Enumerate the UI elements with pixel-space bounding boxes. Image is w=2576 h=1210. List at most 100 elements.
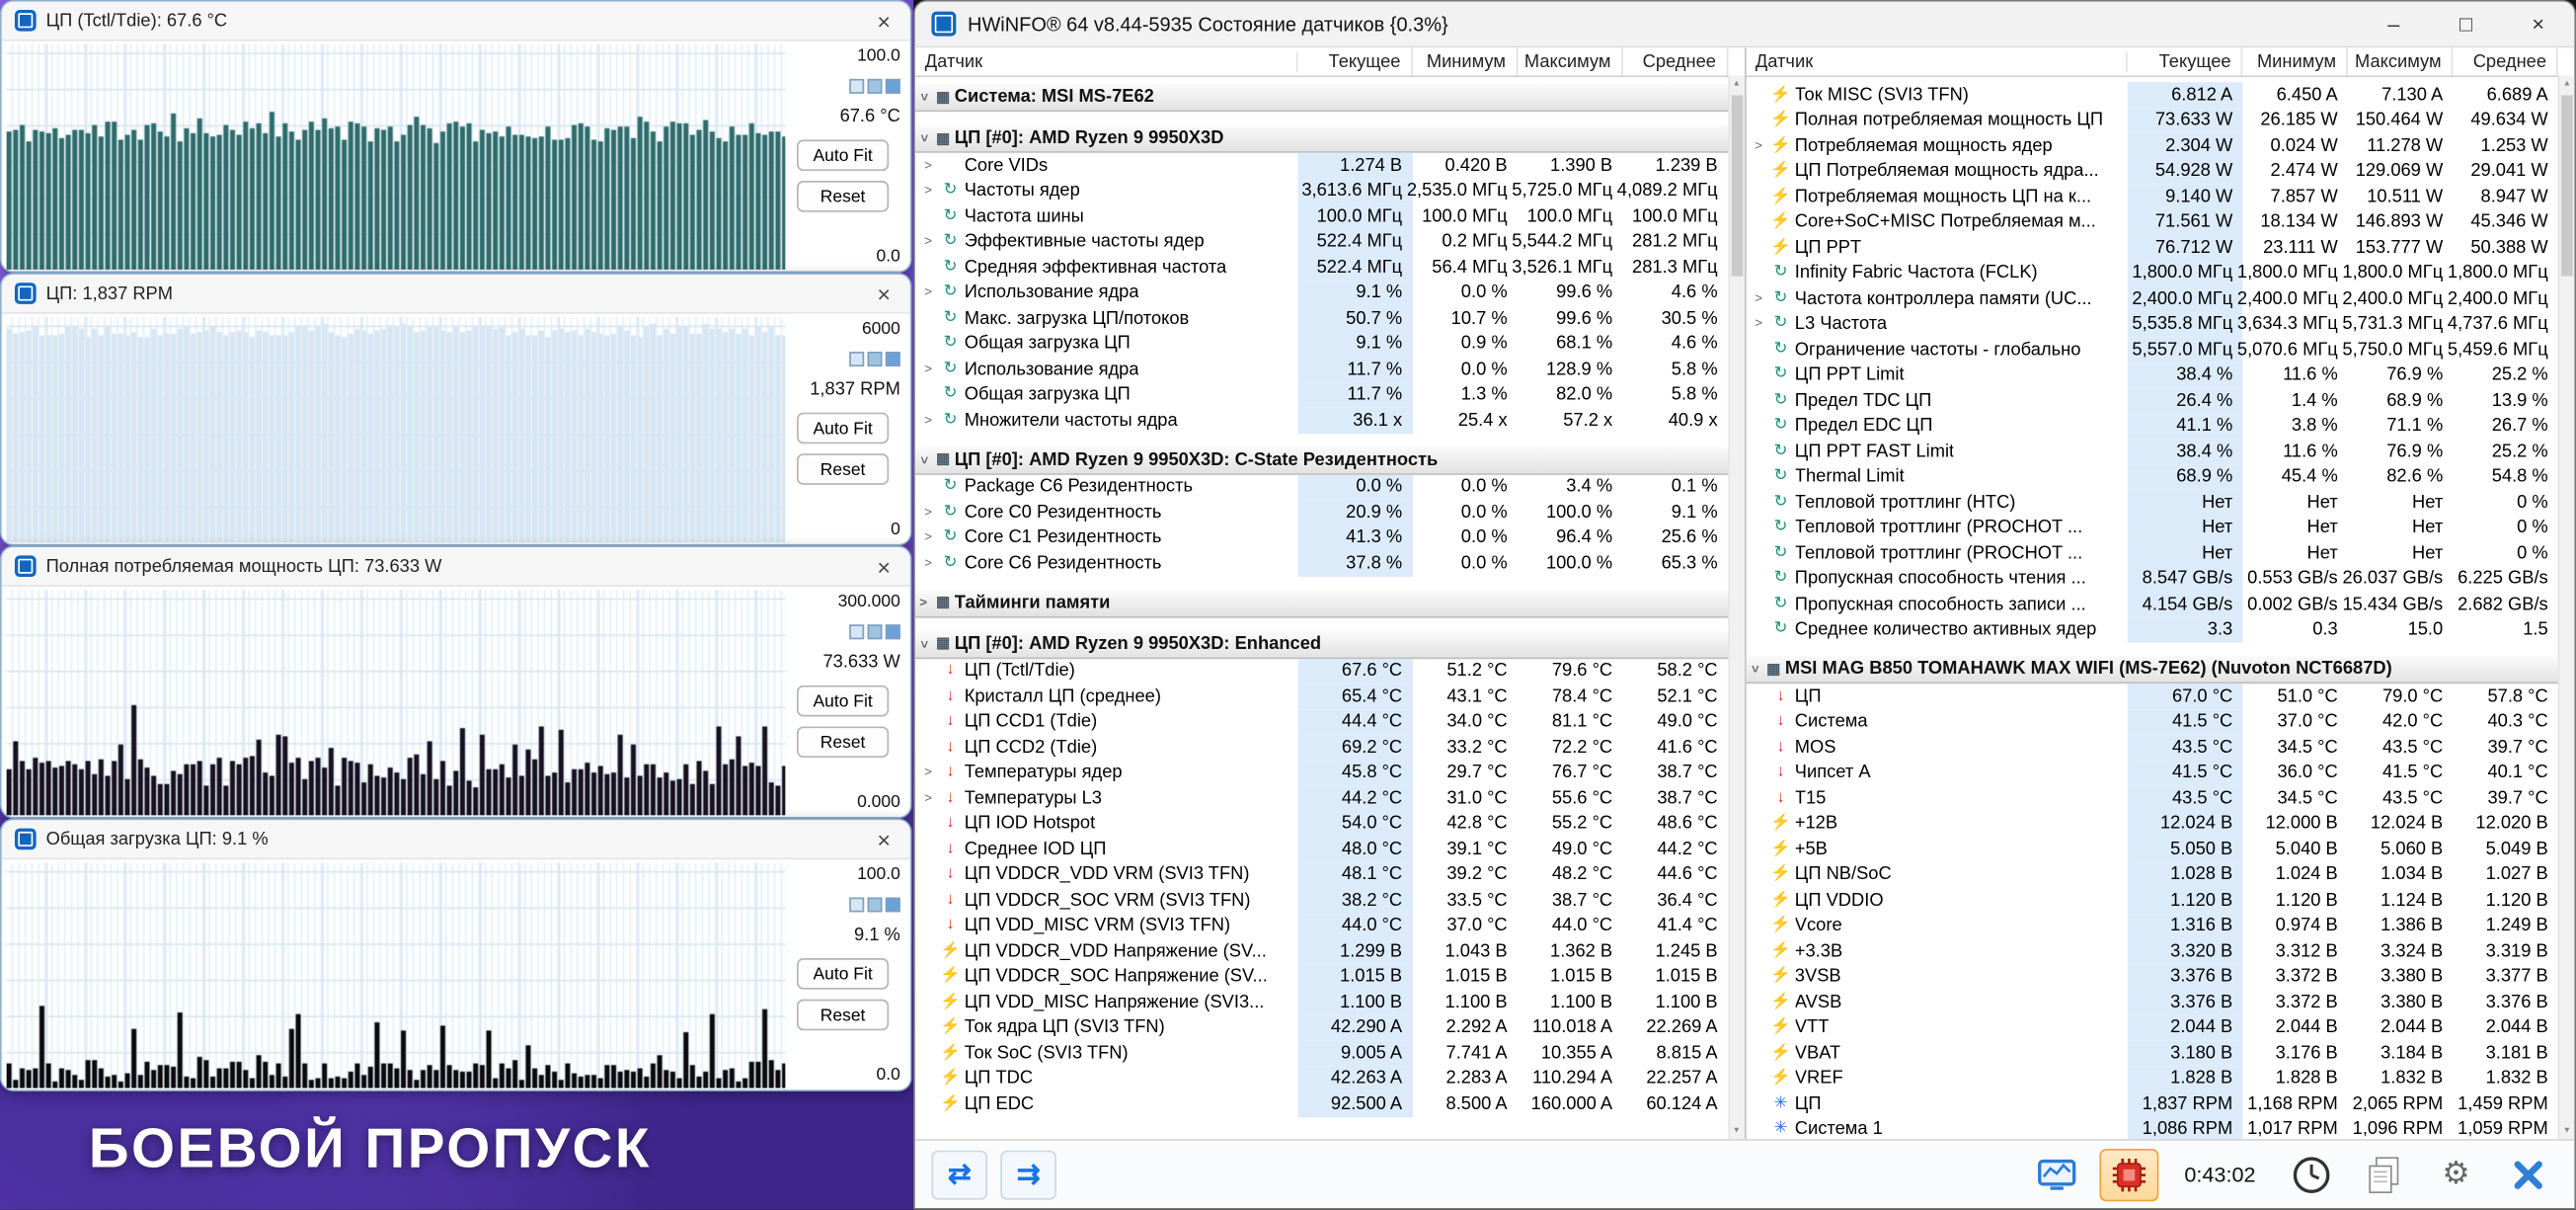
settings-button[interactable]: ⚙ [2427, 1148, 2486, 1200]
sensor-row[interactable]: ✳ЦП1,837 RPM1,168 RPM2,065 RPM1,459 RPM [1746, 1091, 2558, 1117]
scroll-down-icon[interactable]: ▼ [1729, 1122, 1744, 1139]
sensor-row[interactable]: ↻Thermal Limit68.9 %45.4 %82.6 %54.8 % [1746, 464, 2558, 490]
sensor-row[interactable]: ⚡VTT2.044 В2.044 В2.044 В2.044 В [1746, 1014, 2558, 1040]
scrollbar-thumb[interactable] [1731, 96, 1743, 277]
series-color-swatches[interactable] [849, 79, 900, 94]
sensor-row[interactable]: ⚡ЦП PPT76.712 W23.111 W153.777 W50.388 W [1746, 235, 2558, 261]
series-color-swatches[interactable] [849, 624, 900, 639]
forward-columns-button[interactable]: ⇉ [1000, 1150, 1056, 1199]
scroll-up-icon[interactable]: ▲ [1729, 76, 1744, 93]
sensor-row[interactable]: >↻Core C6 Резидентность37.8 %0.0 %100.0 … [915, 550, 1728, 576]
expander-icon[interactable]: > [915, 596, 932, 608]
sensor-group-header[interactable]: >▦ЦП [#0]: AMD Ryzen 9 9950X3D: C-State … [915, 444, 1728, 474]
expander-icon[interactable]: > [920, 506, 937, 519]
close-icon[interactable]: × [868, 281, 900, 307]
reset-button[interactable]: Reset [797, 726, 889, 758]
sensor-row[interactable]: ↻Тепловой троттлинг (PROCHOT ...НетНетНе… [1746, 540, 2558, 566]
sensor-row[interactable]: >↻Частота контроллера памяти (UC...2,400… [1746, 286, 2558, 312]
expander-icon[interactable]: > [1751, 318, 1767, 331]
sensor-row[interactable]: ⚡Vcore1.316 В0.974 В1.386 В1.249 В [1746, 913, 2558, 938]
sensors-active-button[interactable] [2099, 1148, 2158, 1200]
sensor-row[interactable]: >Core VIDs1.274 В0.420 В1.390 В1.239 В [915, 153, 1728, 179]
sensor-row[interactable]: ↻Тепловой троттлинг (HTC)НетНетНет0 % [1746, 490, 2558, 516]
graph-window-titlebar[interactable]: Общая загрузка ЦП: 9.1 % × [2, 820, 910, 859]
sensor-row[interactable]: ↻Средняя эффективная частота522.4 МГц56.… [915, 255, 1728, 281]
sensor-row[interactable]: ↓MOS43.5 °C34.5 °C43.5 °C39.7 °C [1746, 735, 2558, 761]
clock-button[interactable] [2282, 1148, 2341, 1200]
expander-icon[interactable]: > [920, 792, 937, 805]
sensor-row[interactable]: ⚡Ток SoC (SVI3 TFN)9.005 A7.741 A10.355 … [915, 1040, 1728, 1066]
sensor-row[interactable]: ↻Частота шины100.0 МГц100.0 МГц100.0 МГц… [915, 203, 1728, 229]
sensor-group-header[interactable]: >▦Тайминги памяти [915, 588, 1728, 617]
swatch-icon[interactable] [849, 79, 864, 94]
sensor-row[interactable]: ↻ЦП PPT FAST Limit38.4 %11.6 %76.9 %25.2… [1746, 439, 2558, 464]
expander-icon[interactable]: > [920, 414, 937, 427]
sensor-row[interactable]: ⚡AVSB3.376 В3.372 В3.380 В3.376 В [1746, 990, 2558, 1015]
swatch-icon[interactable] [886, 352, 900, 366]
auto-fit-button[interactable]: Auto Fit [797, 686, 889, 717]
swatch-icon[interactable] [886, 79, 900, 94]
sensor-row[interactable]: ⚡Ток MISC (SVI3 TFN)6.812 A6.450 A7.130 … [1746, 82, 2558, 108]
sensor-row[interactable]: >↓Температуры ядер45.8 °C29.7 °C76.7 °C3… [915, 761, 1728, 786]
swatch-icon[interactable] [868, 897, 883, 912]
swatch-icon[interactable] [886, 897, 900, 912]
sensor-row[interactable]: ↻Тепловой троттлинг (PROCHOT ...НетНетНе… [1746, 516, 2558, 541]
auto-fit-button[interactable]: Auto Fit [797, 139, 889, 171]
graph-toggle-button[interactable] [2027, 1148, 2086, 1200]
sensor-row[interactable]: ↻Package C6 Резидентность0.0 %0.0 %3.4 %… [915, 474, 1728, 500]
scrollbar-thumb[interactable] [2561, 96, 2573, 277]
sensor-row[interactable]: ↓ЦП67.0 °C51.0 °C79.0 °C57.8 °C [1746, 684, 2558, 709]
sensor-row[interactable]: >↻Core C0 Резидентность20.9 %0.0 %100.0 … [915, 500, 1728, 525]
sensor-row[interactable]: ⚡Полная потребляемая мощность ЦП73.633 W… [1746, 108, 2558, 133]
sensor-row[interactable]: ↻Общая загрузка ЦП9.1 %0.9 %68.1 %4.6 % [915, 331, 1728, 357]
sensor-row[interactable]: ↓Среднее IOD ЦП48.0 °C39.1 °C49.0 °C44.2… [915, 837, 1728, 862]
sensor-row[interactable]: ↓ЦП VDDCR_SOC VRM (SVI3 TFN)38.2 °C33.5 … [915, 888, 1728, 914]
sensor-row[interactable]: >↻Core C1 Резидентность41.3 %0.0 %96.4 %… [915, 525, 1728, 551]
graph-window-titlebar[interactable]: ЦП (Tctl/Tdie): 67.6 °C × [2, 2, 910, 41]
sensor-row[interactable]: ↓T1543.5 °C34.5 °C43.5 °C39.7 °C [1746, 785, 2558, 811]
sensor-row[interactable]: ↻Ограничение частоты - глобально5,557.0 … [1746, 337, 2558, 363]
sensor-row[interactable]: ⚡VBAT3.180 В3.176 В3.184 В3.181 В [1746, 1040, 2558, 1066]
sensor-row[interactable]: ⚡ЦП NB/SoC1.028 В1.024 В1.034 В1.027 В [1746, 862, 2558, 888]
graph-window-titlebar[interactable]: ЦП: 1,837 RPM × [2, 275, 910, 314]
sensor-row[interactable]: ⚡ЦП VDD_MISC Напряжение (SVI3...1.100 В1… [915, 990, 1728, 1015]
swatch-icon[interactable] [868, 624, 883, 639]
sensor-row[interactable]: ⚡ЦП TDC42.263 A2.283 A110.294 A22.257 A [915, 1066, 1728, 1091]
sensor-row[interactable]: ✳Система 11,086 RPM1,017 RPM1,096 RPM1,0… [1746, 1117, 2558, 1139]
close-icon[interactable]: × [868, 553, 900, 580]
expander-icon[interactable]: > [920, 557, 937, 570]
close-sensors-button[interactable] [2499, 1148, 2558, 1200]
report-button[interactable] [2354, 1148, 2413, 1200]
reset-button[interactable]: Reset [797, 181, 889, 212]
sensor-row[interactable]: ⚡VREF1.828 В1.828 В1.832 В1.832 В [1746, 1066, 2558, 1091]
sensor-row[interactable]: ↓ЦП (Tctl/Tdie)67.6 °C51.2 °C79.6 °C58.2… [915, 658, 1728, 684]
sensor-row[interactable]: >↻Частоты ядер3,613.6 МГц2,535.0 МГц5,72… [915, 179, 1728, 204]
sensor-row[interactable]: >↓Температуры L344.2 °C31.0 °C55.6 °C38.… [915, 785, 1728, 811]
sensor-row[interactable]: ↻Общая загрузка ЦП11.7 %1.3 %82.0 %5.8 % [915, 382, 1728, 408]
sensor-row[interactable]: ↓Кристалл ЦП (среднее)65.4 °C43.1 °C78.4… [915, 684, 1728, 709]
sensor-row[interactable]: ↓Чипсет A41.5 °C36.0 °C41.5 °C40.1 °C [1746, 761, 2558, 786]
swatch-icon[interactable] [868, 79, 883, 94]
sensor-row[interactable]: ↻ЦП PPT Limit38.4 %11.6 %76.9 %25.2 % [1746, 363, 2558, 388]
expander-icon[interactable]: > [916, 129, 929, 146]
sensor-row[interactable]: ⚡ЦП VDDCR_VDD Напряжение (SV...1.299 В1.… [915, 938, 1728, 964]
sensor-row[interactable]: >↻L3 Частота5,535.8 МГц3,634.3 МГц5,731.… [1746, 311, 2558, 337]
sensor-row[interactable]: ⚡ЦП VDDCR_SOC Напряжение (SV...1.015 В1.… [915, 964, 1728, 990]
main-titlebar[interactable]: HWiNFO® 64 v8.44-5935 Состояние датчиков… [915, 2, 2575, 48]
sensor-row[interactable]: ↻Пропускная способность чтения ...8.547 … [1746, 566, 2558, 592]
scroll-down-icon[interactable]: ▼ [2559, 1122, 2574, 1139]
sensor-row[interactable]: ⚡ЦП Потребляемая мощность ядра...54.928 … [1746, 159, 2558, 185]
swatch-icon[interactable] [868, 352, 883, 366]
swatch-icon[interactable] [886, 624, 900, 639]
swap-columns-button[interactable]: ⇄ [931, 1150, 987, 1199]
close-button[interactable]: × [2502, 2, 2574, 46]
expander-icon[interactable]: > [916, 635, 929, 652]
auto-fit-button[interactable]: Auto Fit [797, 958, 889, 990]
expander-icon[interactable]: > [1748, 661, 1760, 678]
sensor-row[interactable]: ⚡Потребляемая мощность ЦП на к...9.140 W… [1746, 184, 2558, 209]
sensor-row[interactable]: ↻Предел TDC ЦП26.4 %1.4 %68.9 %13.9 % [1746, 388, 2558, 414]
sensor-row[interactable]: ⚡+12В12.024 В12.000 В12.024 В12.020 В [1746, 811, 2558, 837]
sensor-row[interactable]: ↻Пропускная способность записи ...4.154 … [1746, 592, 2558, 617]
sensor-row[interactable]: >↻Использование ядра9.1 %0.0 %99.6 %4.6 … [915, 281, 1728, 306]
sensor-row[interactable]: ↓ЦП CCD2 (Tdie)69.2 °C33.2 °C72.2 °C41.6… [915, 735, 1728, 761]
